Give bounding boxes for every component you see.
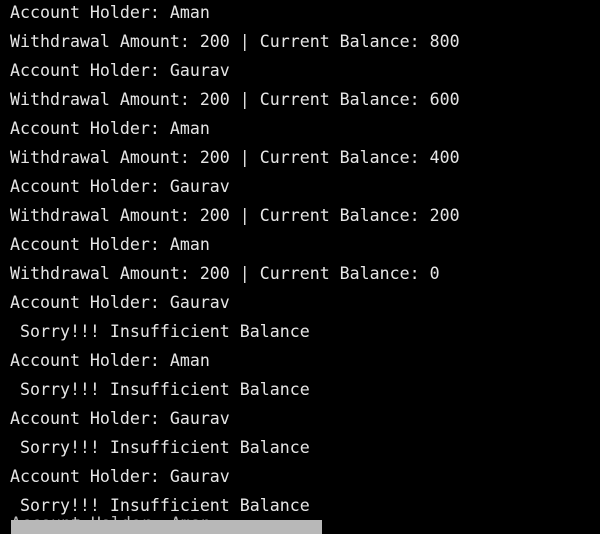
console-line: Account Holder: Gaurav — [10, 61, 230, 80]
console-line: Withdrawal Amount: 200 | Current Balance… — [10, 148, 460, 167]
console-output: Account Holder: Aman Withdrawal Amount: … — [0, 0, 600, 534]
console-line: Account Holder: Aman — [10, 3, 210, 22]
console-line: Sorry!!! Insufficient Balance — [10, 438, 310, 457]
console-line: Account Holder: Gaurav — [10, 467, 230, 486]
console-line: Sorry!!! Insufficient Balance — [10, 380, 310, 399]
console-line: Account Holder: Gaurav — [10, 409, 230, 428]
text-selection-highlight[interactable] — [11, 520, 322, 534]
console-line: Account Holder: Gaurav — [10, 177, 230, 196]
console-line: Account Holder: Aman — [10, 119, 210, 138]
console-line: Account Holder: Aman — [10, 351, 210, 370]
console-line: Sorry!!! Insufficient Balance — [10, 322, 310, 341]
console-line: Withdrawal Amount: 200 | Current Balance… — [10, 32, 460, 51]
console-line: Sorry!!! Insufficient Balance — [10, 496, 310, 515]
console-line: Account Holder: Gaurav — [10, 293, 230, 312]
console-line: Account Holder: Aman — [10, 235, 210, 254]
console-line: Withdrawal Amount: 200 | Current Balance… — [10, 264, 440, 283]
console-line: Withdrawal Amount: 200 | Current Balance… — [10, 90, 460, 109]
console-line: Withdrawal Amount: 200 | Current Balance… — [10, 206, 460, 225]
